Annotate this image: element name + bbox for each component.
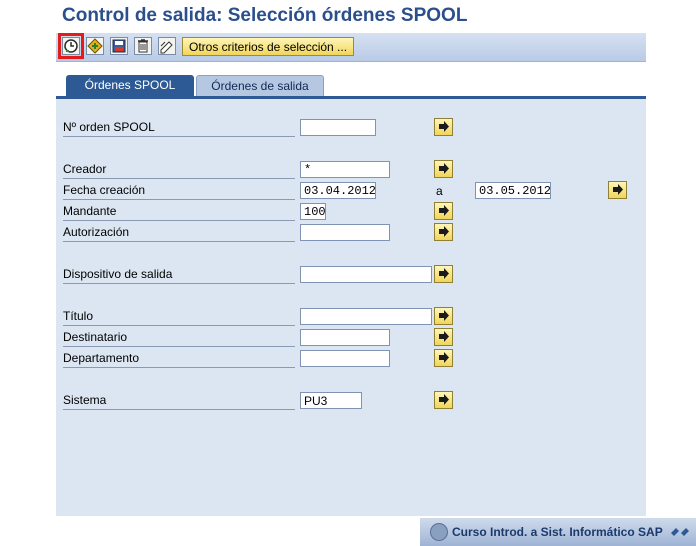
output-device-multiple-button[interactable] bbox=[434, 265, 453, 283]
delete-icon bbox=[138, 39, 148, 53]
arrow-right-icon bbox=[438, 121, 449, 132]
tab-output-orders[interactable]: Órdenes de salida bbox=[196, 75, 324, 96]
course-logo-icon bbox=[430, 523, 448, 541]
arrow-right-icon bbox=[438, 205, 449, 216]
edit-button[interactable] bbox=[158, 37, 176, 55]
system-multiple-button[interactable] bbox=[434, 391, 453, 409]
label-client: Mandante bbox=[63, 202, 295, 221]
label-creation-date: Fecha creación bbox=[63, 181, 295, 200]
arrow-right-icon bbox=[438, 331, 449, 342]
other-criteria-button[interactable]: Otros criterios de selección ... bbox=[182, 37, 355, 56]
creation-date-from-field[interactable]: 03.04.2012 bbox=[300, 182, 376, 199]
creation-date-multiple-button[interactable] bbox=[608, 181, 627, 199]
arrow-right-icon bbox=[438, 394, 449, 405]
recipient-field[interactable] bbox=[300, 329, 390, 346]
label-system: Sistema bbox=[63, 391, 295, 410]
spool-number-field[interactable] bbox=[300, 119, 376, 136]
page-title: Control de salida: Selección órdenes SPO… bbox=[62, 5, 468, 26]
label-output-device: Dispositivo de salida bbox=[63, 265, 295, 284]
authorization-field[interactable] bbox=[300, 224, 390, 241]
get-variant-icon bbox=[87, 38, 103, 54]
tab-spool-orders[interactable]: Órdenes SPOOL bbox=[66, 75, 194, 96]
status-footer: Curso Introd. a Sist. Informático SAP bbox=[420, 518, 696, 546]
label-creator: Creador bbox=[63, 160, 295, 179]
output-device-field[interactable] bbox=[300, 266, 432, 283]
save-variant-button[interactable] bbox=[110, 37, 128, 55]
system-field[interactable]: PU3 bbox=[300, 392, 362, 409]
creator-multiple-button[interactable] bbox=[434, 160, 453, 178]
creation-date-to-field[interactable]: 03.05.2012 bbox=[475, 182, 551, 199]
department-field[interactable] bbox=[300, 350, 390, 367]
system-info-icon[interactable] bbox=[670, 524, 690, 538]
left-margin bbox=[0, 0, 56, 546]
label-authorization: Autorización bbox=[63, 223, 295, 242]
save-variant-icon bbox=[112, 39, 126, 53]
execute-clock-icon bbox=[64, 39, 78, 53]
creator-field[interactable]: * bbox=[300, 161, 390, 178]
arrow-right-icon bbox=[438, 163, 449, 174]
arrow-right-icon bbox=[438, 352, 449, 363]
delete-button[interactable] bbox=[134, 37, 152, 55]
execute-button[interactable] bbox=[58, 33, 84, 59]
label-department: Departamento bbox=[63, 349, 295, 368]
arrow-right-icon bbox=[438, 226, 449, 237]
tab-strip: Órdenes SPOOL Órdenes de salida bbox=[56, 72, 646, 96]
title-field[interactable] bbox=[300, 308, 432, 325]
application-toolbar: Otros criterios de selección ... bbox=[56, 33, 646, 62]
department-multiple-button[interactable] bbox=[434, 349, 453, 367]
authorization-multiple-button[interactable] bbox=[434, 223, 453, 241]
selection-panel: Nº orden SPOOL Creador * Fecha creación … bbox=[56, 96, 646, 516]
client-multiple-button[interactable] bbox=[434, 202, 453, 220]
spool-number-multiple-button[interactable] bbox=[434, 118, 453, 136]
label-title: Título bbox=[63, 307, 295, 326]
arrow-right-icon bbox=[438, 268, 449, 279]
label-recipient: Destinatario bbox=[63, 328, 295, 347]
recipient-multiple-button[interactable] bbox=[434, 328, 453, 346]
edit-icon bbox=[160, 41, 173, 54]
range-to-label: a bbox=[436, 184, 443, 198]
arrow-right-icon bbox=[612, 184, 623, 195]
arrow-right-icon bbox=[438, 310, 449, 321]
title-multiple-button[interactable] bbox=[434, 307, 453, 325]
client-field[interactable]: 100 bbox=[300, 203, 326, 220]
label-spool-number: Nº orden SPOOL bbox=[63, 118, 295, 137]
footer-course-text: Curso Introd. a Sist. Informático SAP bbox=[452, 525, 663, 539]
get-variant-button[interactable] bbox=[86, 37, 104, 55]
title-bar: Control de salida: Selección órdenes SPO… bbox=[56, 0, 646, 32]
